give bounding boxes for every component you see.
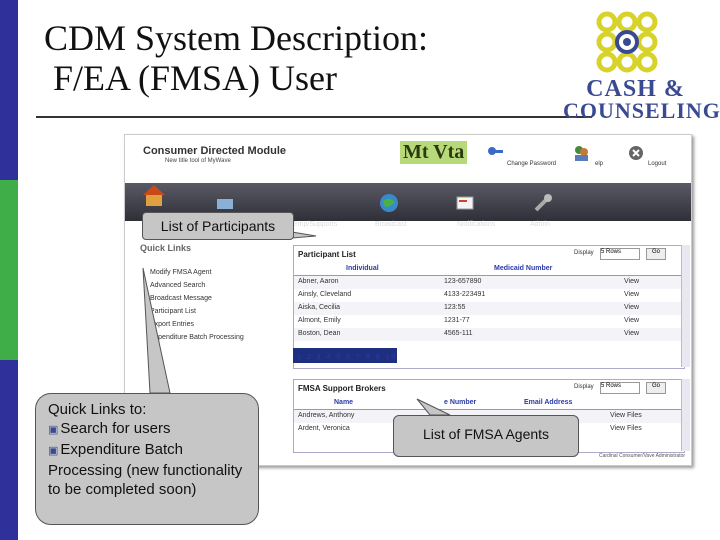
callout-quick-item-search: Search for users <box>60 420 171 437</box>
callout-fmsa-agents: List of FMSA Agents <box>393 415 579 457</box>
bullet-icon: ▣ <box>48 445 59 457</box>
bullet-icon: ▣ <box>48 424 59 436</box>
callout-quick-links: Quick Links to: ▣ Search for users ▣ Expen… <box>35 393 259 525</box>
callout-quick-intro: Quick Links to: <box>48 401 147 418</box>
callout-quick-item-expenditure: Expenditure Batch Processing (new functi… <box>48 441 243 498</box>
callout-participant-list: List of Participants <box>142 212 294 240</box>
callout-quick-links-text: Quick Links to: ▣ Search for users ▣ Expen… <box>48 400 253 499</box>
